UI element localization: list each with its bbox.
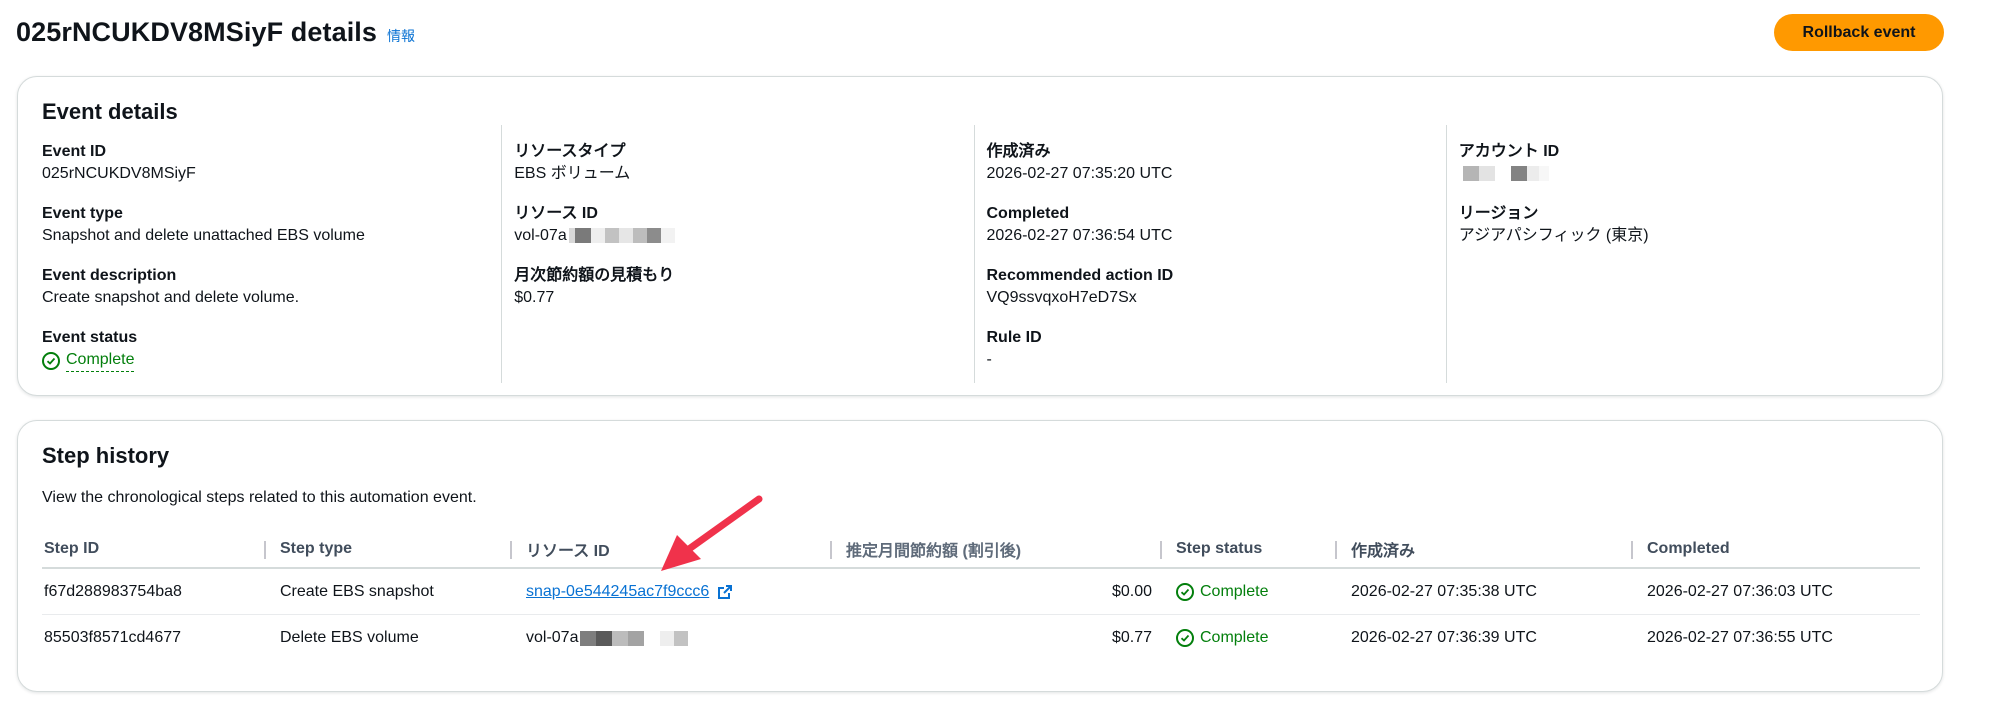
check-circle-icon — [42, 351, 60, 370]
resource-id-field: vol-07a — [514, 225, 973, 247]
step-history-table: Step ID Step type リソース ID 推定月間節約額 (割引後) … — [42, 531, 1920, 661]
account-id-label: アカウント ID — [1458, 143, 1560, 160]
column-header-step-id[interactable]: Step ID — [42, 531, 278, 567]
column-header-created[interactable]: 作成済み — [1335, 531, 1645, 567]
rule-id-label: Rule ID — [986, 329, 1042, 346]
external-link-icon[interactable] — [717, 584, 733, 600]
event-type-value: Snapshot and delete unattached EBS volum… — [42, 227, 365, 244]
created-cell: 2026-02-27 07:35:38 UTC — [1351, 582, 1537, 600]
annotation-arrow-icon — [661, 495, 763, 571]
status-cell: Complete — [1174, 582, 1349, 601]
table-header: Step ID Step type リソース ID 推定月間節約額 (割引後) … — [42, 531, 1920, 569]
step-history-description: View the chronological steps related to … — [42, 489, 477, 506]
resource-id-text: vol-07a — [526, 629, 579, 646]
event-id-value: 025rNCUKDV8MSiyF — [42, 165, 196, 182]
step-type-cell: Delete EBS volume — [280, 629, 419, 646]
event-status-badge[interactable]: Complete — [42, 349, 135, 372]
details-column-1: Event ID 025rNCUKDV8MSiyF Event type Sna… — [42, 125, 501, 383]
event-description-value: Create snapshot and delete volume. — [42, 289, 300, 306]
created-label: 作成済み — [986, 143, 1051, 160]
savings-cell: $0.77 — [1111, 629, 1152, 646]
created-cell: 2026-02-27 07:36:39 UTC — [1351, 629, 1537, 646]
step-type-cell: Create EBS snapshot — [280, 582, 434, 600]
rollback-event-button[interactable]: Rollback event — [1774, 14, 1944, 51]
column-header-savings[interactable]: 推定月間節約額 (割引後) — [830, 531, 1174, 567]
redacted-mask — [1462, 166, 1549, 182]
column-header-step-type[interactable]: Step type — [264, 531, 524, 567]
page-title: 025rNCUKDV8MSiyF details — [16, 16, 378, 47]
recommended-action-id-label: Recommended action ID — [986, 267, 1174, 284]
event-details-grid: Event ID 025rNCUKDV8MSiyF Event type Sna… — [42, 125, 1918, 383]
monthly-savings-label: 月次節約額の見積もり — [514, 267, 675, 284]
event-status-value: Complete — [66, 349, 135, 372]
status-cell: Complete — [1174, 629, 1349, 647]
status-text: Complete — [1200, 582, 1269, 600]
completed-cell: 2026-02-27 07:36:55 UTC — [1647, 629, 1833, 646]
details-column-4: アカウント ID リージョン アジアパシフィック (東京) — [1445, 125, 1918, 383]
region-value: アジアパシフィック (東京) — [1458, 227, 1649, 244]
monthly-savings-value: $0.77 — [514, 289, 555, 306]
check-circle-icon — [1176, 582, 1194, 601]
step-history-title: Step history — [42, 443, 170, 468]
details-column-2: リソースタイプ EBS ボリューム リソース ID vol-07a 月次節約額の… — [501, 125, 973, 383]
step-history-container: Step history View the chronological step… — [17, 420, 1943, 692]
page-header: 025rNCUKDV8MSiyF details 情報 Rollback eve… — [16, 12, 1944, 52]
status-text: Complete — [1200, 629, 1269, 646]
event-type-label: Event type — [42, 205, 123, 222]
completed-label: Completed — [986, 205, 1070, 222]
table-row: 85503f8571cd4677 Delete EBS volume vol-0… — [42, 615, 1920, 661]
event-status-label: Event status — [42, 329, 138, 346]
event-details-container: Event details Event ID 025rNCUKDV8MSiyF … — [17, 76, 1943, 396]
created-value: 2026-02-27 07:35:20 UTC — [986, 165, 1173, 182]
step-id-cell: 85503f8571cd4677 — [44, 629, 182, 646]
status-badge: Complete — [1176, 582, 1269, 601]
event-id-label: Event ID — [42, 143, 107, 160]
savings-cell: $0.00 — [1111, 582, 1152, 600]
resource-id-cell: vol-07a — [524, 629, 844, 647]
event-description-label: Event description — [42, 267, 177, 284]
event-details-title: Event details — [42, 99, 178, 124]
redacted-mask — [580, 630, 689, 646]
account-id-value — [1459, 163, 1918, 185]
column-header-step-status[interactable]: Step status — [1160, 531, 1349, 567]
check-circle-icon — [1176, 629, 1194, 647]
completed-cell: 2026-02-27 07:36:03 UTC — [1647, 582, 1833, 600]
snapshot-link[interactable]: snap-0e544245ac7f9ccc6 — [526, 583, 709, 601]
resource-type-value: EBS ボリューム — [514, 165, 631, 182]
completed-value: 2026-02-27 07:36:54 UTC — [986, 227, 1173, 244]
resource-id-label: リソース ID — [514, 205, 598, 222]
rule-id-value: - — [986, 351, 992, 368]
redacted-mask — [568, 228, 675, 244]
column-header-completed[interactable]: Completed — [1631, 531, 1920, 567]
recommended-action-id-value: VQ9ssvqxoH7eD7Sx — [986, 289, 1137, 306]
status-badge: Complete — [1176, 629, 1268, 647]
details-column-3: 作成済み 2026-02-27 07:35:20 UTC Completed 2… — [973, 125, 1446, 383]
resource-id-value: vol-07a — [514, 227, 567, 244]
step-id-cell: f67d288983754ba8 — [44, 582, 182, 600]
resource-id-cell: snap-0e544245ac7f9ccc6 — [524, 583, 844, 601]
info-link[interactable]: 情報 — [387, 26, 415, 46]
region-label: リージョン — [1458, 205, 1539, 222]
table-row: f67d288983754ba8 Create EBS snapshot sna… — [42, 569, 1920, 615]
resource-type-label: リソースタイプ — [514, 143, 626, 160]
